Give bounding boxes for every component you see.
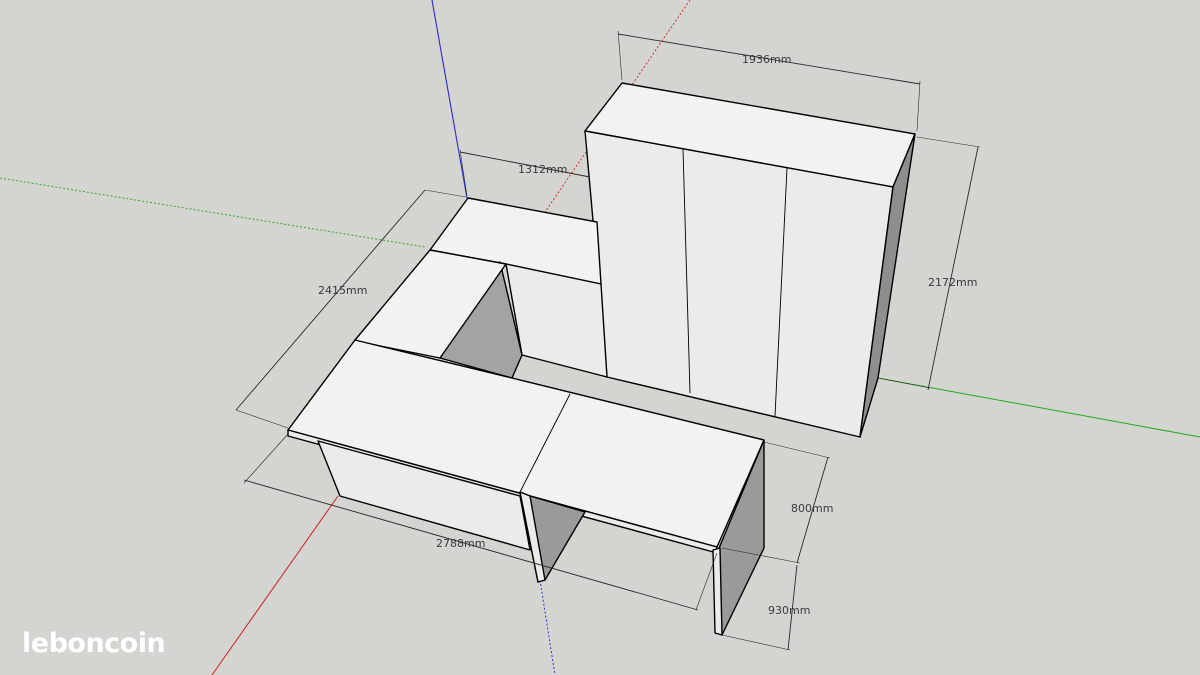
dimension-label-2415: 2415mm: [318, 284, 367, 297]
leboncoin-watermark: leboncoin: [22, 628, 166, 659]
sketchup-3d-model-canvas[interactable]: 1936mm 2172mm 1312mm 2415mm 2788mm 800mm…: [0, 0, 1200, 675]
blue-axis: [431, 0, 468, 199]
dimension-label-1936: 1936mm: [742, 53, 791, 66]
dimension-label-930: 930mm: [768, 604, 810, 617]
dimension-label-1312: 1312mm: [518, 163, 567, 176]
red-axis: [211, 495, 339, 675]
wardrobe[interactable]: [584, 82, 916, 438]
blue-axis-dotted: [539, 579, 556, 675]
dimension-label-800: 800mm: [791, 502, 833, 515]
watermark-logo-text: leboncoin: [22, 628, 165, 659]
dimension-label-2172: 2172mm: [928, 276, 977, 289]
dimension-label-2788: 2788mm: [436, 537, 485, 550]
dimension-gap[interactable]: 1312mm: [459, 149, 591, 197]
green-axis-dotted: [0, 177, 426, 248]
green-axis: [877, 377, 1200, 438]
